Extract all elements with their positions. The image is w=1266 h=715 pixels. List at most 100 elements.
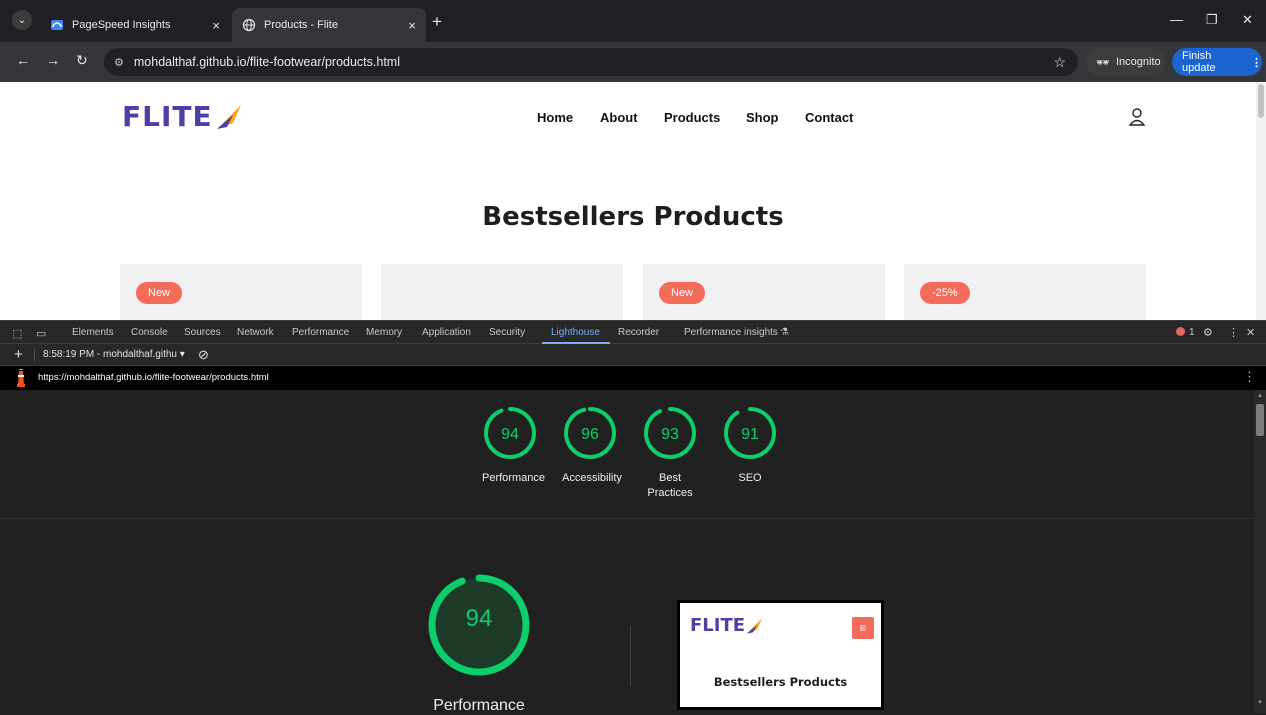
tab-lighthouse[interactable]: Lighthouse bbox=[551, 327, 600, 338]
tab-performance[interactable]: Performance bbox=[292, 327, 349, 338]
hamburger-menu-icon: ≡ bbox=[852, 617, 874, 639]
report-url[interactable]: https://mohdalthaf.github.io/flite-footw… bbox=[38, 372, 269, 383]
inspect-element-icon[interactable]: ⬚ bbox=[12, 327, 22, 340]
nav-about[interactable]: About bbox=[600, 110, 638, 125]
score-gauge-seo[interactable]: 91 SEO bbox=[722, 405, 778, 486]
score-value: 94 bbox=[501, 426, 519, 443]
tab-pagespeed[interactable]: PageSpeed Insights × bbox=[40, 8, 230, 42]
tab-application[interactable]: Application bbox=[422, 327, 471, 338]
product-card[interactable]: New bbox=[120, 264, 362, 320]
tab-strip: ⌄ PageSpeed Insights × Products - Flite … bbox=[0, 0, 1266, 42]
tab-memory[interactable]: Memory bbox=[366, 327, 402, 338]
page-viewport: FLITE Home About Products Shop Contact B… bbox=[0, 82, 1256, 320]
gauge-ring: 96 bbox=[564, 407, 616, 459]
logo-text: FLITE bbox=[122, 100, 213, 133]
logo-swoosh-icon bbox=[216, 104, 241, 129]
score-value: 94 bbox=[466, 605, 493, 632]
bookmark-star-icon[interactable]: ☆ bbox=[1053, 54, 1066, 71]
gear-icon[interactable]: ⚙ bbox=[1203, 326, 1213, 339]
incognito-label: Incognito bbox=[1115, 56, 1161, 68]
lighthouse-toolbar: + 8:58:19 PM - mohdalthaf.githu ▾ ⊘ bbox=[0, 344, 1266, 366]
tab-network[interactable]: Network bbox=[237, 327, 274, 338]
site-logo: FLITE bbox=[690, 615, 765, 636]
user-icon[interactable] bbox=[1128, 107, 1146, 127]
score-gauge-best-practices[interactable]: 93 Best Practices bbox=[642, 405, 698, 501]
status-badge: New bbox=[659, 282, 706, 304]
error-icon[interactable] bbox=[1176, 327, 1185, 336]
lighthouse-report: 94 Performance 96 Accessibility 93 Best … bbox=[0, 390, 1254, 714]
site-logo[interactable]: FLITE bbox=[122, 100, 245, 133]
address-bar[interactable]: ⚙ mohdalthaf.github.io/flite-footwear/pr… bbox=[104, 48, 1078, 76]
new-report-icon[interactable]: + bbox=[14, 346, 23, 363]
tab-search-button[interactable]: ⌄ bbox=[12, 10, 32, 30]
close-icon[interactable]: × bbox=[212, 18, 220, 33]
error-count[interactable]: 1 bbox=[1189, 327, 1195, 338]
tab-console[interactable]: Console bbox=[131, 327, 168, 338]
site-settings-icon[interactable]: ⚙ bbox=[114, 56, 124, 69]
kebab-menu-icon[interactable]: ⋮ bbox=[1251, 56, 1262, 69]
report-label: 8:58:19 PM - mohdalthaf.githu bbox=[43, 349, 177, 360]
scrollbar-thumb[interactable] bbox=[1256, 404, 1264, 436]
final-screenshot[interactable]: FLITE ≡ Bestsellers Products bbox=[677, 600, 884, 710]
tab-products-flite[interactable]: Products - Flite × bbox=[232, 8, 426, 42]
page-scrollbar[interactable] bbox=[1256, 82, 1266, 320]
kebab-menu-icon[interactable]: ⋮ bbox=[1243, 369, 1256, 385]
logo-swoosh-icon bbox=[746, 617, 763, 634]
devtools-tabbar: ⬚ ▭ Elements Console Sources Network Per… bbox=[0, 320, 1266, 344]
score-label: SEO bbox=[738, 472, 762, 484]
restore-icon[interactable]: ❐ bbox=[1206, 12, 1218, 28]
score-value: 91 bbox=[741, 426, 759, 443]
product-card[interactable] bbox=[381, 264, 623, 320]
tab-recorder[interactable]: Recorder bbox=[618, 327, 659, 338]
minimize-icon[interactable]: — bbox=[1170, 12, 1183, 27]
browser-toolbar: ← → ↻ ⚙ mohdalthaf.github.io/flite-footw… bbox=[0, 42, 1266, 82]
report-url-bar: https://mohdalthaf.github.io/flite-footw… bbox=[0, 366, 1266, 390]
divider bbox=[630, 626, 631, 686]
nav-home[interactable]: Home bbox=[537, 110, 573, 125]
tab-title: PageSpeed Insights bbox=[72, 19, 171, 31]
nav-contact[interactable]: Contact bbox=[805, 110, 853, 125]
nav-shop[interactable]: Shop bbox=[746, 110, 779, 125]
discount-badge: -25% bbox=[920, 282, 970, 304]
lighthouse-icon bbox=[17, 369, 25, 387]
clear-icon[interactable]: ⊘ bbox=[198, 347, 209, 363]
tab-security[interactable]: Security bbox=[489, 327, 525, 338]
page-title: Bestsellers Products bbox=[482, 202, 784, 232]
report-scrollbar[interactable]: ▲ ▼ bbox=[1254, 390, 1266, 713]
gauge-ring: 94 bbox=[484, 407, 536, 459]
score-label: Performance bbox=[433, 697, 525, 714]
section-divider bbox=[0, 518, 1254, 519]
url-text[interactable]: mohdalthaf.github.io/flite-footwear/prod… bbox=[134, 55, 1054, 69]
close-icon[interactable]: ✕ bbox=[1246, 326, 1255, 339]
score-label: Best Practices bbox=[647, 472, 693, 499]
kebab-menu-icon[interactable]: ⋮ bbox=[1228, 326, 1239, 339]
gauge-ring: 93 bbox=[644, 407, 696, 459]
score-gauge-performance[interactable]: 94 Performance bbox=[482, 405, 545, 486]
score-label: Accessibility bbox=[562, 472, 622, 484]
scroll-down-arrow-icon[interactable]: ▼ bbox=[1257, 700, 1263, 706]
incognito-indicator[interactable]: 🕶 Incognito bbox=[1086, 48, 1166, 76]
globe-icon bbox=[242, 18, 256, 32]
scrollbar-thumb[interactable] bbox=[1258, 84, 1264, 118]
product-card[interactable]: -25% bbox=[904, 264, 1146, 320]
close-window-icon[interactable]: ✕ bbox=[1242, 12, 1253, 28]
screenshot-heading: Bestsellers Products bbox=[713, 675, 848, 689]
device-toolbar-icon[interactable]: ▭ bbox=[36, 327, 46, 340]
nav-products[interactable]: Products bbox=[664, 110, 720, 125]
tab-performance-insights[interactable]: Performance insights bbox=[684, 327, 778, 338]
tab-elements[interactable]: Elements bbox=[72, 327, 114, 338]
new-tab-button[interactable]: + bbox=[432, 12, 442, 32]
product-card[interactable]: New bbox=[643, 264, 885, 320]
divider bbox=[34, 349, 35, 361]
reload-icon[interactable]: ↻ bbox=[76, 52, 88, 69]
scroll-up-arrow-icon[interactable]: ▲ bbox=[1257, 393, 1263, 399]
gauge-ring: 91 bbox=[724, 407, 776, 459]
back-icon[interactable]: ← bbox=[16, 52, 30, 68]
forward-icon[interactable]: → bbox=[46, 52, 60, 68]
report-selector[interactable]: 8:58:19 PM - mohdalthaf.githu ▾ bbox=[43, 349, 185, 360]
close-icon[interactable]: × bbox=[408, 18, 416, 33]
score-gauge-accessibility[interactable]: 96 Accessibility bbox=[562, 405, 622, 486]
score-value: 93 bbox=[661, 426, 679, 443]
tab-sources[interactable]: Sources bbox=[184, 327, 221, 338]
finish-update-button[interactable]: Finish update ⋮ bbox=[1172, 48, 1262, 76]
